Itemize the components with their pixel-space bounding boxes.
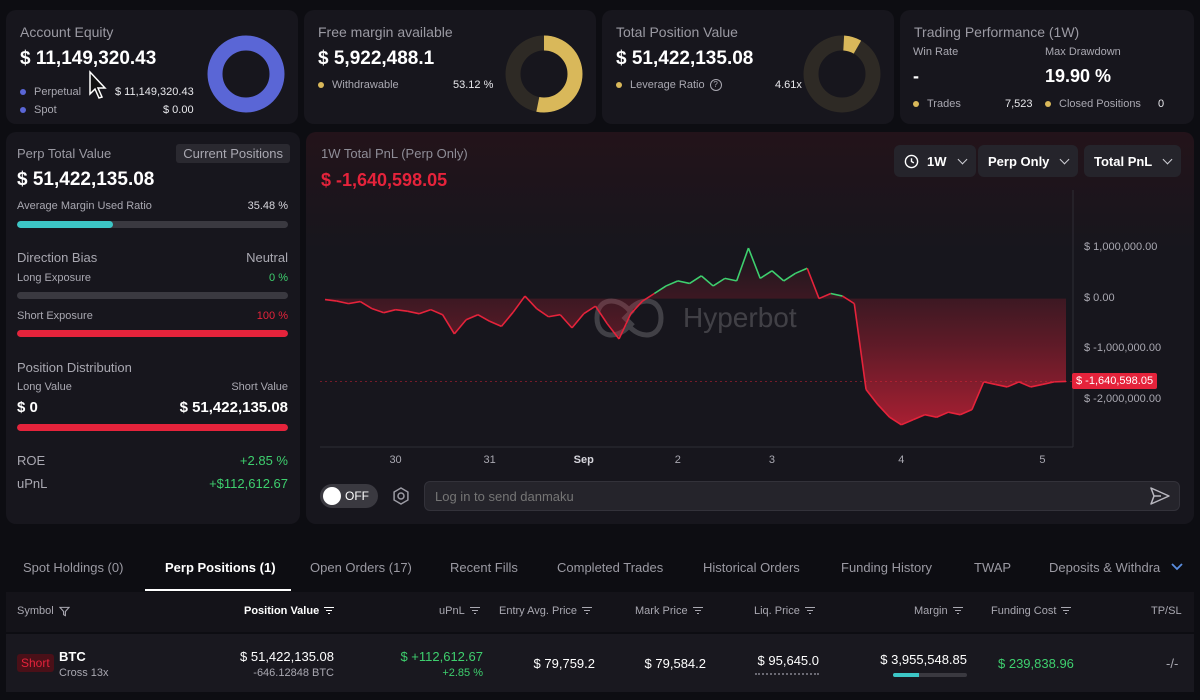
row-position-size: -646.12848 BTC <box>253 667 334 679</box>
sort-icon <box>804 607 815 615</box>
x-tick-label: 2 <box>674 454 681 466</box>
col-symbol[interactable]: Symbol <box>17 605 70 617</box>
col-margin[interactable]: Margin <box>914 605 963 617</box>
sort-icon <box>692 607 703 615</box>
danmaku-input[interactable] <box>425 482 1125 510</box>
col-liq-price[interactable]: Liq. Price <box>754 605 815 617</box>
row-upnl-pct: +2.85 % <box>442 667 483 679</box>
col-mark-price[interactable]: Mark Price <box>635 605 703 617</box>
y-tick-label: $ 0.00 <box>1084 291 1115 304</box>
row-entry-price: $ 79,759.2 <box>533 656 595 671</box>
tab-open-orders[interactable]: Open Orders (17) <box>310 560 412 575</box>
toggle-label: OFF <box>345 489 369 503</box>
tab-recent-fills[interactable]: Recent Fills <box>450 560 518 575</box>
danmaku-toggle[interactable]: OFF <box>320 484 378 508</box>
sort-icon <box>324 607 335 615</box>
col-liq-price-label: Liq. Price <box>754 605 800 617</box>
col-mark-price-label: Mark Price <box>635 605 688 617</box>
x-tick-label: Sep <box>573 454 594 466</box>
pnl-area <box>325 248 1066 425</box>
x-tick-label: 4 <box>898 454 905 466</box>
row-funding-cost: $ 239,838.96 <box>998 656 1074 671</box>
toggle-knob <box>323 487 341 505</box>
tab-historical-orders[interactable]: Historical Orders <box>703 560 800 575</box>
col-entry-price-label: Entry Avg. Price <box>499 605 578 617</box>
liq-price-underline <box>755 673 819 675</box>
col-funding-cost[interactable]: Funding Cost <box>991 605 1072 617</box>
col-margin-label: Margin <box>914 605 948 617</box>
y-tick-label: $ -1,000,000.00 <box>1084 342 1162 355</box>
x-tick-label: 5 <box>1039 454 1046 466</box>
col-upnl[interactable]: uPnL <box>439 605 480 617</box>
tab-deposits-withdrawals[interactable]: Deposits & Withdra <box>1049 560 1161 575</box>
x-tick-label: 31 <box>483 454 496 466</box>
pnl-series <box>320 247 1073 426</box>
sort-icon <box>469 607 480 615</box>
settings-icon[interactable] <box>391 486 411 506</box>
y-tick-label: $ -2,000,000.00 <box>1084 392 1162 405</box>
row-position-value: $ 51,422,135.08 <box>240 649 334 664</box>
col-position-value[interactable]: Position Value <box>244 605 335 617</box>
margin-bar-fill <box>893 673 920 677</box>
col-tpsl: TP/SL <box>1151 605 1182 617</box>
row-leverage: Cross 13x <box>59 667 109 679</box>
side-badge: Short <box>17 654 54 672</box>
active-tab-indicator <box>145 589 291 591</box>
col-funding-cost-label: Funding Cost <box>991 605 1057 617</box>
col-symbol-label: Symbol <box>17 605 54 617</box>
margin-bar <box>893 673 967 677</box>
row-symbol[interactable]: BTC <box>59 649 86 664</box>
y-tick-label: $ 1,000,000.00 <box>1084 241 1158 254</box>
tab-spot-holdings[interactable]: Spot Holdings (0) <box>23 560 123 575</box>
col-upnl-label: uPnL <box>439 605 465 617</box>
row-liq-price: $ 95,645.0 <box>757 653 819 668</box>
tab-twap[interactable]: TWAP <box>974 560 1011 575</box>
col-position-value-label: Position Value <box>244 605 320 617</box>
tabs-more-chevron-icon[interactable] <box>1170 562 1184 572</box>
current-pnl-tag: $ -1,640,598.05 <box>1072 373 1158 390</box>
tab-perp-positions[interactable]: Perp Positions (1) <box>165 560 276 575</box>
row-margin: $ 3,955,548.85 <box>880 652 967 667</box>
sort-icon <box>952 607 963 615</box>
row-tpsl: -/- <box>1166 656 1179 671</box>
row-mark-price: $ 79,584.2 <box>644 656 706 671</box>
row-upnl: $ +112,612.67 <box>400 649 483 664</box>
x-tick-label: 3 <box>768 454 775 466</box>
x-tick-label: 30 <box>389 454 402 466</box>
sort-icon <box>582 607 593 615</box>
tab-completed-trades[interactable]: Completed Trades <box>557 560 663 575</box>
tab-funding-history[interactable]: Funding History <box>841 560 932 575</box>
send-icon[interactable] <box>1149 486 1171 506</box>
sort-icon <box>1061 607 1072 615</box>
danmaku-input-box[interactable] <box>424 481 1180 511</box>
filter-icon[interactable] <box>58 606 70 617</box>
col-entry-price[interactable]: Entry Avg. Price <box>499 605 593 617</box>
